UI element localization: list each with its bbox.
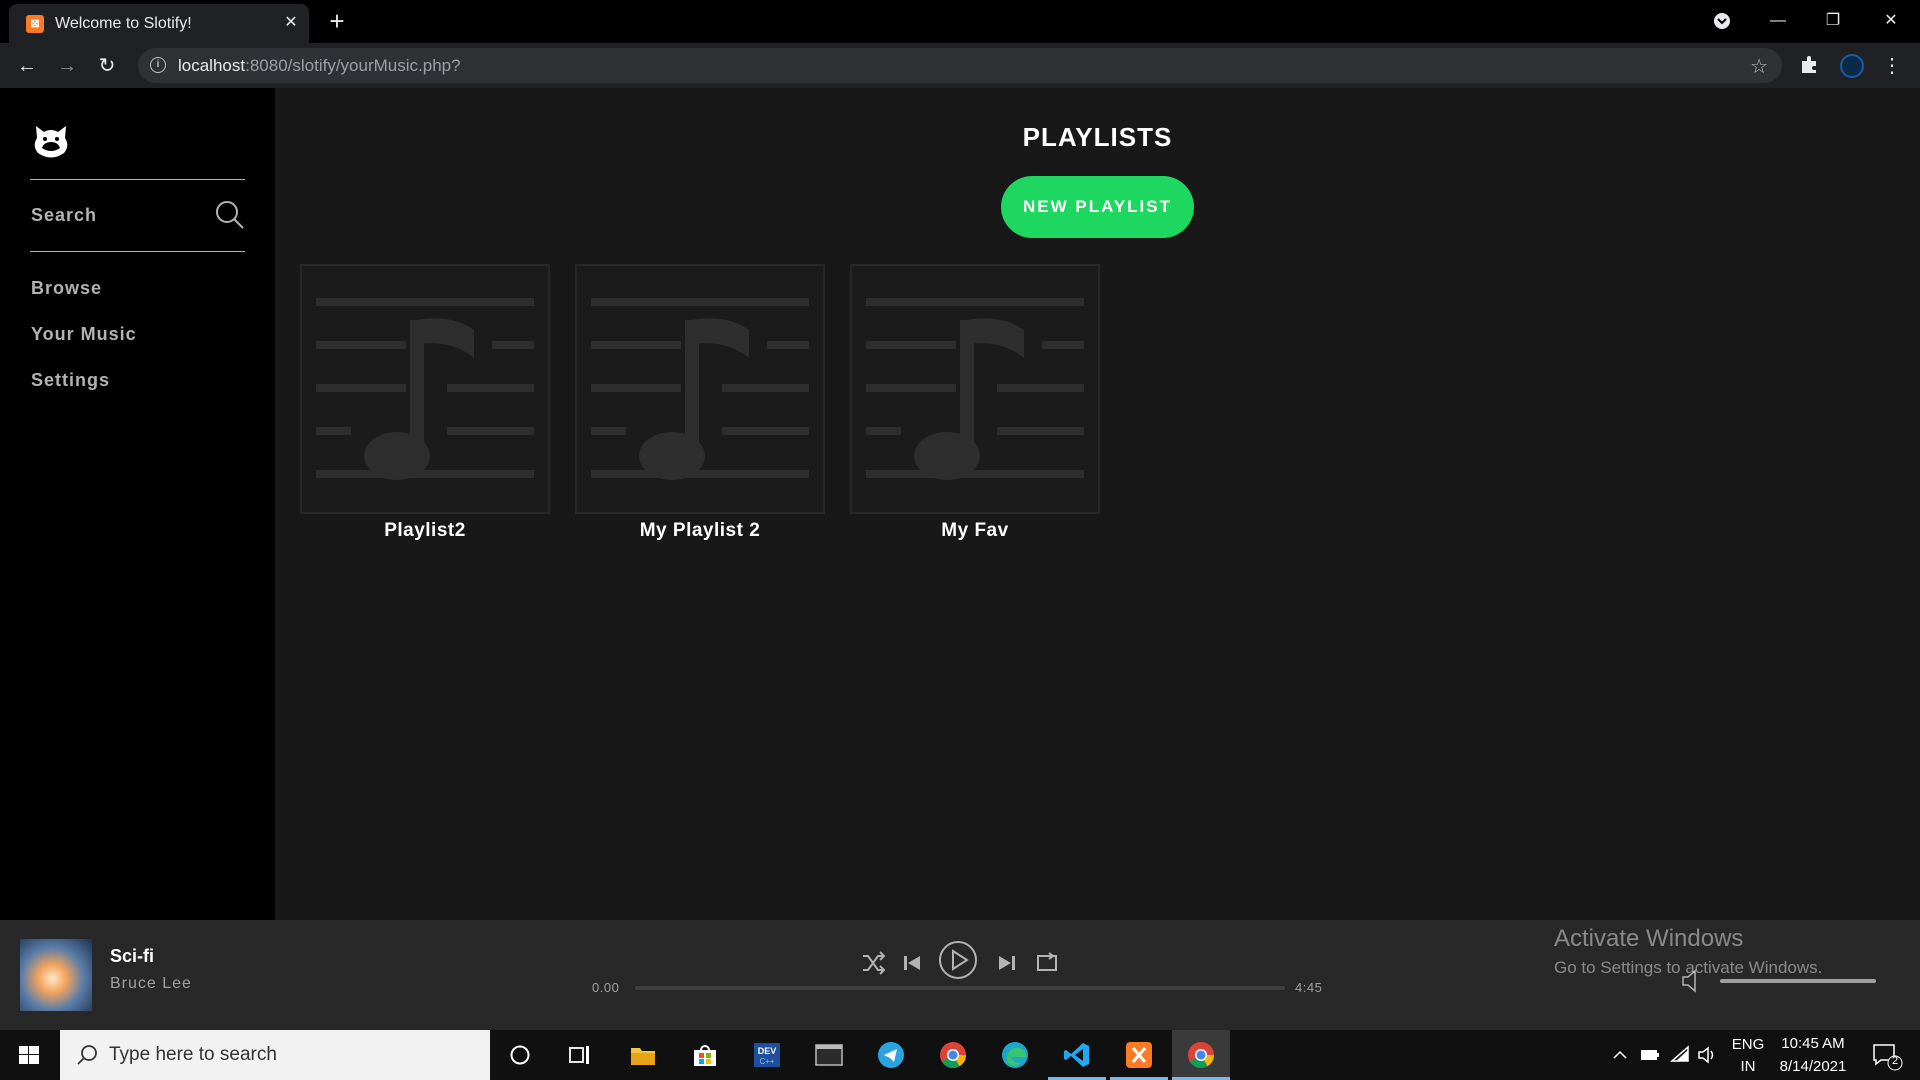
music-note-icon	[316, 298, 534, 480]
chrome-active-icon[interactable]	[1172, 1030, 1230, 1080]
browser-tab-bar: ⊠ Welcome to Slotify! ✕ + — ❐ ✕	[0, 0, 1920, 43]
svg-text:C++: C++	[759, 1057, 774, 1066]
sidebar-divider	[30, 179, 245, 180]
volume-bar[interactable]	[1720, 979, 1876, 983]
playlist-card[interactable]: My Playlist 2	[575, 264, 825, 542]
repeat-icon[interactable]	[1034, 944, 1060, 982]
restore-icon[interactable]: ❐	[1810, 4, 1856, 38]
forward-icon[interactable]: →	[52, 51, 82, 81]
next-icon[interactable]	[995, 944, 1019, 982]
now-playing-bar: Sci-fi Bruce Lee 0.00 4:45 Activate Wind…	[0, 920, 1920, 1030]
wifi-icon[interactable]	[1668, 1030, 1692, 1080]
search-label: Search	[31, 205, 98, 225]
minimize-icon[interactable]: —	[1755, 4, 1801, 38]
notifications-icon[interactable]: 2	[1866, 1030, 1906, 1080]
clock-time[interactable]: 10:45 AM	[1770, 1035, 1856, 1052]
address-bar[interactable]: i localhost:8080/slotify/yourMusic.php? …	[138, 48, 1782, 83]
microsoft-store-icon[interactable]	[676, 1030, 734, 1080]
browser-tab[interactable]: ⊠ Welcome to Slotify! ✕	[9, 4, 309, 43]
dev-cpp-icon[interactable]: DEV C++	[738, 1030, 796, 1080]
watermark-title: Activate Windows	[1554, 925, 1744, 952]
playlist-cover	[300, 264, 550, 514]
playlist-cover	[575, 264, 825, 514]
file-explorer-icon[interactable]	[614, 1030, 672, 1080]
previous-icon[interactable]	[900, 944, 924, 982]
playlist-name[interactable]: My Fav	[850, 520, 1100, 542]
playlist-card[interactable]: Playlist2	[300, 264, 550, 542]
task-view-icon[interactable]	[551, 1030, 609, 1080]
telegram-icon[interactable]	[862, 1030, 920, 1080]
main-content: PLAYLISTS NEW PLAYLIST Playlist2 My Play…	[275, 88, 1920, 920]
taskbar-search-box[interactable]: Type here to search	[60, 1030, 490, 1080]
xampp-icon: ⊠	[26, 15, 44, 33]
bookmark-star-icon[interactable]: ☆	[1750, 54, 1768, 79]
extensions-icon[interactable]	[1797, 53, 1823, 79]
taskbar-search-placeholder: Type here to search	[109, 1044, 277, 1065]
terminal-icon[interactable]	[800, 1030, 858, 1080]
shuffle-icon[interactable]	[860, 944, 886, 982]
tab-search-icon[interactable]	[1699, 4, 1745, 38]
vscode-icon[interactable]	[1048, 1030, 1106, 1080]
progress-bar[interactable]	[635, 986, 1285, 990]
tab-title: Welcome to Slotify!	[55, 15, 192, 32]
back-icon[interactable]: ←	[12, 51, 42, 81]
new-tab-button[interactable]: +	[326, 8, 348, 34]
watermark-subtitle: Go to Settings to activate Windows.	[1554, 958, 1823, 977]
reload-icon[interactable]: ↻	[92, 51, 122, 81]
close-tab-icon[interactable]: ✕	[280, 12, 302, 34]
edge-icon[interactable]	[986, 1030, 1044, 1080]
windows-start-icon[interactable]	[0, 1030, 58, 1080]
svg-text:DEV: DEV	[758, 1046, 777, 1056]
playlist-name[interactable]: My Playlist 2	[575, 520, 825, 542]
play-button[interactable]	[938, 940, 978, 980]
duration: 4:45	[1295, 980, 1323, 995]
music-note-icon	[866, 298, 1084, 480]
album-art[interactable]	[20, 939, 92, 1011]
sidebar-divider	[30, 251, 245, 252]
track-name[interactable]: Sci-fi	[110, 946, 154, 967]
sidebar-item-browse[interactable]: Browse	[31, 278, 102, 299]
profile-avatar[interactable]	[1840, 54, 1864, 78]
browser-menu-icon[interactable]: ⋮	[1882, 51, 1902, 81]
search-icon	[216, 201, 244, 229]
speaker-icon[interactable]	[1696, 1030, 1720, 1080]
url-text[interactable]: localhost:8080/slotify/yourMusic.php?	[178, 56, 461, 76]
search-icon	[77, 1045, 97, 1065]
new-playlist-button[interactable]: NEW PLAYLIST	[1001, 176, 1194, 238]
notification-count: 2	[1891, 1055, 1899, 1067]
language-top[interactable]: ENG	[1728, 1036, 1768, 1053]
chrome-icon[interactable]	[924, 1030, 982, 1080]
sidebar-search-link[interactable]: Search	[30, 196, 245, 236]
playlist-cover	[850, 264, 1100, 514]
language-bottom[interactable]: IN	[1728, 1058, 1768, 1075]
cortana-icon[interactable]	[491, 1030, 549, 1080]
clock-date[interactable]: 8/14/2021	[1770, 1058, 1856, 1075]
music-note-icon	[591, 298, 809, 480]
battery-icon[interactable]	[1638, 1030, 1662, 1080]
xampp-icon[interactable]	[1110, 1030, 1168, 1080]
info-icon[interactable]: i	[150, 57, 166, 73]
show-hidden-icons-icon[interactable]	[1608, 1030, 1632, 1080]
sidebar: Search Browse Your Music Settings	[0, 88, 275, 920]
slotify-logo-icon[interactable]	[30, 120, 72, 162]
playlist-name[interactable]: Playlist2	[300, 520, 550, 542]
close-window-icon[interactable]: ✕	[1868, 4, 1914, 38]
artist-name[interactable]: Bruce Lee	[110, 975, 192, 993]
browser-toolbar: ← → ↻ i localhost:8080/slotify/yourMusic…	[0, 43, 1920, 88]
page-title: PLAYLISTS	[1022, 122, 1173, 152]
taskbar: Type here to search DEV C++ ENG IN 10:45…	[0, 1030, 1920, 1080]
playlist-card[interactable]: My Fav	[850, 264, 1100, 542]
volume-fill	[1720, 979, 1876, 983]
current-time: 0.00	[592, 980, 620, 995]
sidebar-item-settings[interactable]: Settings	[31, 370, 110, 391]
sidebar-item-your-music[interactable]: Your Music	[31, 324, 137, 345]
